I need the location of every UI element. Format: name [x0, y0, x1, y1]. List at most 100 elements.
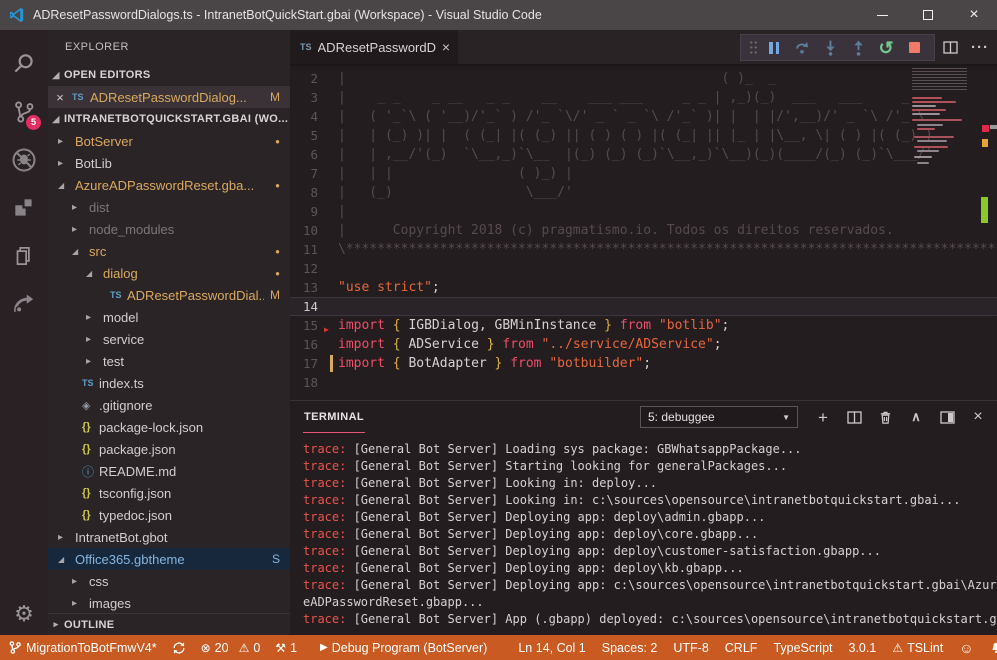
- workspace-header[interactable]: ◢ INTRANETBOTQUICKSTART.GBAI (WO...: [48, 108, 290, 130]
- tree-item-images[interactable]: ▸images: [48, 592, 290, 613]
- more-actions-icon[interactable]: ···: [971, 39, 989, 56]
- tree-item-botserver[interactable]: ▸BotServer●: [48, 130, 290, 152]
- code-line-2[interactable]: 2| ( )_ _: [290, 69, 997, 88]
- tree-item-intranetbot-gbot[interactable]: ▸IntranetBot.gbot: [48, 526, 290, 548]
- stop-button[interactable]: [900, 35, 928, 60]
- problems-item[interactable]: ⊗ 20 ⚠ 0: [201, 641, 261, 655]
- tree-item-label: BotLib: [75, 156, 290, 171]
- split-terminal-icon[interactable]: [845, 408, 863, 426]
- maximize-button[interactable]: [905, 0, 951, 30]
- search-icon[interactable]: [0, 40, 48, 88]
- tree-item-adresetpassworddial-[interactable]: TSADResetPasswordDial...M: [48, 284, 290, 306]
- step-over-button[interactable]: [788, 35, 816, 60]
- sync-item[interactable]: [172, 641, 186, 655]
- tree-item-test[interactable]: ▸test: [48, 350, 290, 372]
- code-line-6[interactable]: 6| | ,__/'(_) `\__,_)`\__ |(_) (_) (_)`\…: [290, 145, 997, 164]
- tree-item-css[interactable]: ▸css: [48, 570, 290, 592]
- pages-icon[interactable]: [0, 232, 48, 280]
- new-terminal-icon[interactable]: +: [814, 408, 832, 426]
- code-line-17[interactable]: 17import { BotAdapter } from "botbuilder…: [290, 354, 997, 373]
- tree-item-service[interactable]: ▸service: [48, 328, 290, 350]
- ts-file-icon: TS: [300, 42, 312, 52]
- encoding-item[interactable]: UTF-8: [673, 641, 708, 655]
- window-controls: ×: [859, 0, 997, 30]
- terminal-output[interactable]: trace: [General Bot Server] Loading sys …: [290, 433, 997, 635]
- ts-version-item[interactable]: 3.0.1: [849, 641, 877, 655]
- line-number: 17: [290, 354, 330, 373]
- split-editor-icon[interactable]: [941, 38, 959, 56]
- code-line-14[interactable]: 14: [290, 297, 997, 316]
- git-branch-item[interactable]: MigrationToBotFmwV4*: [8, 640, 157, 655]
- settings-gear-icon[interactable]: ⚙: [0, 601, 48, 627]
- code-line-15[interactable]: 15import { IGBDialog, GBMinInstance } fr…: [290, 316, 997, 335]
- close-panel-icon[interactable]: ×: [969, 408, 987, 426]
- restart-button[interactable]: ↺: [872, 35, 900, 60]
- tslint-item[interactable]: ⚠ TSLint: [892, 641, 943, 655]
- gutter-glyph: [330, 202, 338, 221]
- notifications-bell-icon[interactable]: [990, 641, 997, 655]
- move-panel-icon[interactable]: [938, 408, 956, 426]
- code-line-12[interactable]: 12: [290, 259, 997, 278]
- tree-item-dialog[interactable]: ◢dialog●: [48, 262, 290, 284]
- tree-item-model[interactable]: ▸model: [48, 306, 290, 328]
- debug-status-item[interactable]: ▶ Debug Program (BotServer): [320, 641, 487, 655]
- tree-item-tsconfig-json[interactable]: {}tsconfig.json: [48, 482, 290, 504]
- step-out-button[interactable]: [844, 35, 872, 60]
- minimize-button[interactable]: [859, 0, 905, 30]
- terminal-select[interactable]: 5: debuggee ▼: [640, 406, 798, 428]
- code-line-13[interactable]: 13"use strict";: [290, 278, 997, 297]
- tree-item-package-json[interactable]: {}package.json: [48, 438, 290, 460]
- tree-item-typedoc-json[interactable]: {}typedoc.json: [48, 504, 290, 526]
- minimap[interactable]: [909, 64, 975, 239]
- debug-disabled-icon[interactable]: [0, 136, 48, 184]
- code-editor[interactable]: 2| ( )_ _3| _ _ _ __ _ _ __ ___ ___ _ _ …: [290, 64, 997, 400]
- step-into-button[interactable]: [816, 35, 844, 60]
- extensions-icon[interactable]: [0, 184, 48, 232]
- kill-terminal-icon[interactable]: [876, 408, 894, 426]
- indentation-item[interactable]: Spaces: 2: [602, 641, 658, 655]
- overview-ruler[interactable]: [975, 64, 997, 400]
- language-item[interactable]: TypeScript: [773, 641, 832, 655]
- cursor-position-item[interactable]: Ln 14, Col 1: [518, 641, 585, 655]
- tree-item-readme-md[interactable]: ⓘREADME.md: [48, 460, 290, 482]
- close-editor-icon[interactable]: ×: [48, 90, 72, 105]
- tree-item-package-lock-json[interactable]: {}package-lock.json: [48, 416, 290, 438]
- close-tab-icon[interactable]: ×: [442, 39, 450, 55]
- feedback-smiley-icon[interactable]: ☺: [959, 640, 973, 656]
- code-line-9[interactable]: 9|: [290, 202, 997, 221]
- tree-item-botlib[interactable]: ▸BotLib: [48, 152, 290, 174]
- tree-item-label: Office365.gbtheme: [75, 552, 266, 567]
- open-editor-item[interactable]: × TS ADResetPasswordDialog... M: [48, 86, 290, 108]
- tree-item--gitignore[interactable]: ◈.gitignore: [48, 394, 290, 416]
- maximize-panel-icon[interactable]: ∧: [907, 408, 925, 426]
- tree-item-dist[interactable]: ▸dist: [48, 196, 290, 218]
- open-editors-header[interactable]: ◢ OPEN EDITORS: [48, 64, 290, 86]
- eol-item[interactable]: CRLF: [725, 641, 758, 655]
- code-line-18[interactable]: 18: [290, 373, 997, 392]
- pause-button[interactable]: [760, 35, 788, 60]
- code-line-11[interactable]: 11\*************************************…: [290, 240, 997, 259]
- code-line-7[interactable]: 7| | | ( )_) |: [290, 164, 997, 183]
- code-line-5[interactable]: 5| | (_) )| | ( (_| |( (_) || ( ) ( ) |(…: [290, 126, 997, 145]
- code-line-16[interactable]: 16import { ADService } from "../service/…: [290, 335, 997, 354]
- tree-item-node-modules[interactable]: ▸node_modules: [48, 218, 290, 240]
- drag-handle-icon[interactable]: [749, 40, 758, 55]
- code-text: \***************************************…: [338, 240, 997, 259]
- tree-item-src[interactable]: ◢src●: [48, 240, 290, 262]
- code-line-8[interactable]: 8| (_) \___/': [290, 183, 997, 202]
- code-line-10[interactable]: 10| Copyright 2018 (c) pragmatismo.io. T…: [290, 221, 997, 240]
- code-line-4[interactable]: 4| ( '_`\ ( '__)/'_` ) /'_ `\/' _ ` _ `\…: [290, 107, 997, 126]
- tab-adresetpassworddialogs[interactable]: TS ADResetPasswordDialogs.ts ×: [290, 30, 458, 64]
- outline-header[interactable]: ▸ OUTLINE: [48, 613, 290, 635]
- close-button[interactable]: ×: [951, 0, 997, 30]
- tree-item-label: model: [103, 310, 290, 325]
- source-control-icon[interactable]: 5: [0, 88, 48, 136]
- tree-item-index-ts[interactable]: TSindex.ts: [48, 372, 290, 394]
- tasks-item[interactable]: ⚒ 1: [275, 641, 297, 655]
- code-line-3[interactable]: 3| _ _ _ __ _ _ __ ___ ___ _ _ | ,_)(_) …: [290, 88, 997, 107]
- tab-terminal[interactable]: TERMINAL: [303, 401, 365, 433]
- tree-item-azureadpasswordreset-gba-[interactable]: ◢AzureADPasswordReset.gba...●: [48, 174, 290, 196]
- tree-item-office365-gbtheme[interactable]: ◢Office365.gbthemeS: [48, 548, 290, 570]
- share-arrow-icon[interactable]: [0, 280, 48, 328]
- tree-item-label: src: [89, 244, 269, 259]
